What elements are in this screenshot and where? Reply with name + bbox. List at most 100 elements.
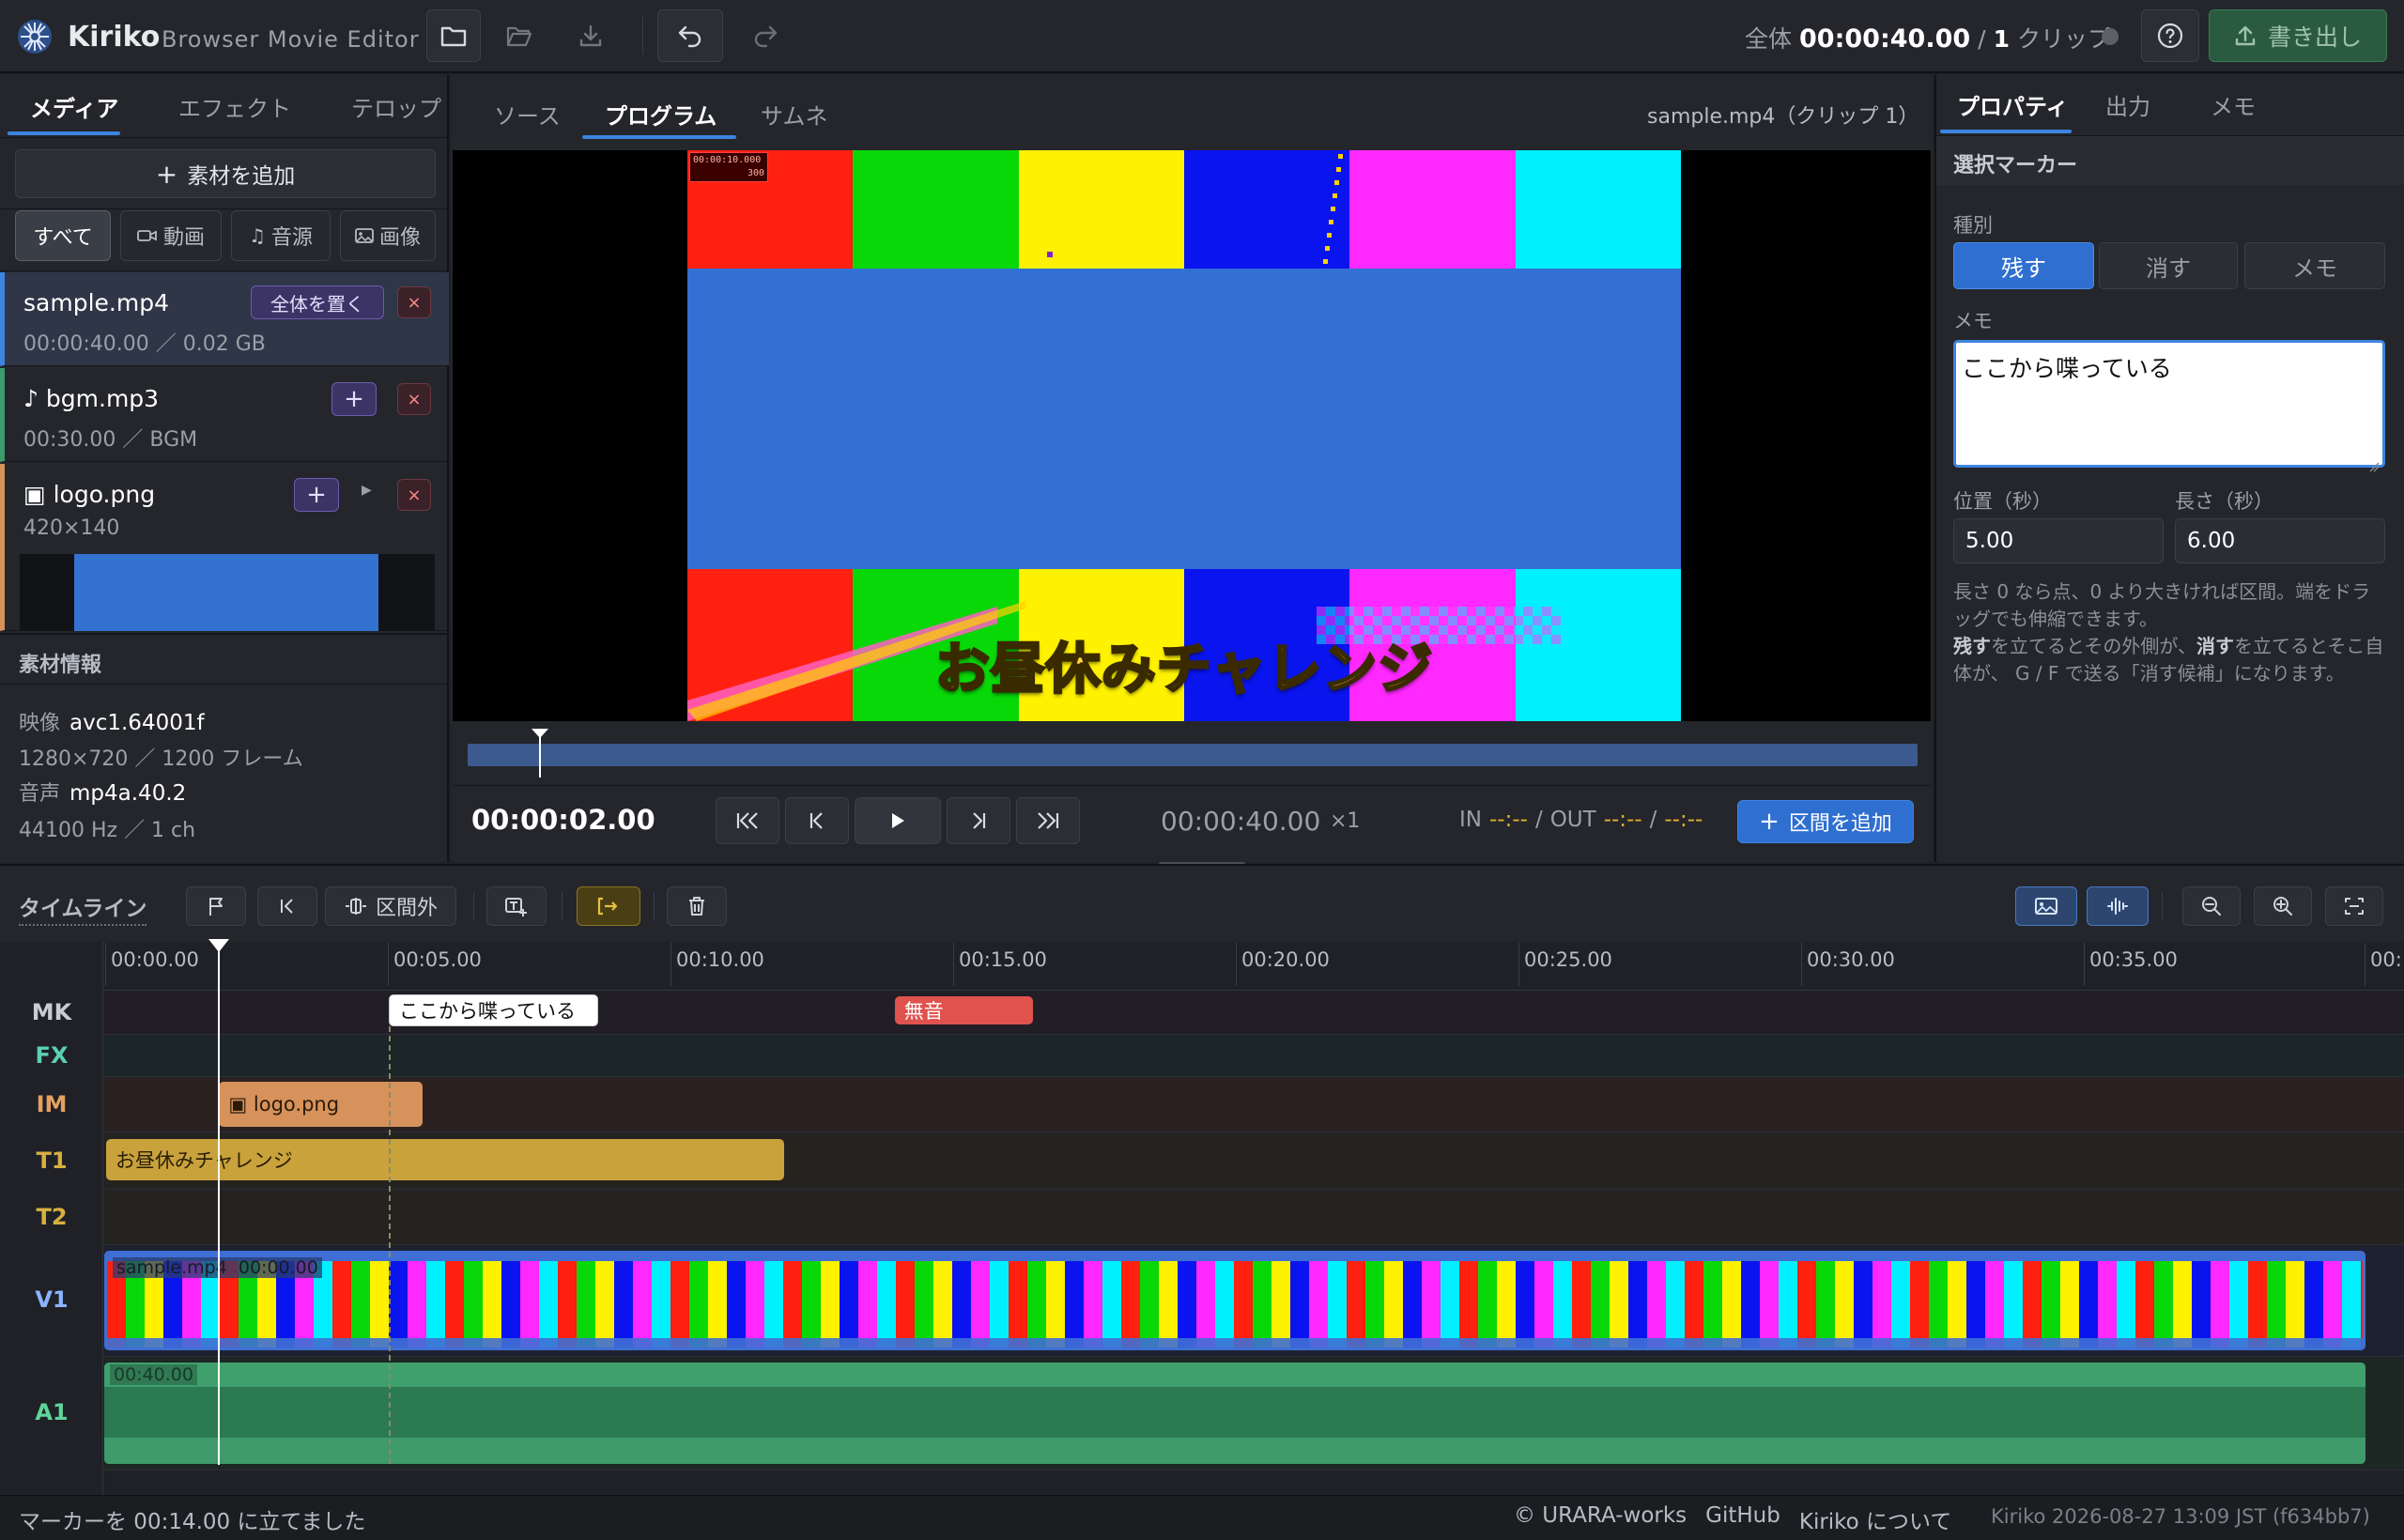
credit-link[interactable]: © URARA-works <box>1514 1503 1687 1535</box>
undo-button[interactable] <box>657 9 723 62</box>
help-button[interactable] <box>2141 9 2199 62</box>
export-button[interactable]: 書き出し <box>2209 9 2387 62</box>
overlay-frame: 300 <box>747 168 764 178</box>
tab-media[interactable]: メディア <box>30 90 118 123</box>
add-to-timeline-button[interactable]: + <box>331 382 377 416</box>
filter-image[interactable]: 画像 <box>340 210 436 261</box>
tab-program[interactable]: プログラム <box>605 98 717 131</box>
track-label-mk: MK <box>31 999 72 1025</box>
kind-keep-button[interactable]: 残す <box>1953 242 2094 289</box>
tick-line <box>1801 943 1802 986</box>
tab-thumbnail[interactable]: サムネ <box>761 98 828 131</box>
go-to-end-button[interactable] <box>1016 797 1080 844</box>
zoom-in-button[interactable] <box>2254 886 2312 926</box>
video-preview[interactable]: 00:00:10.000 300 お昼休みチャレンジ <box>453 150 1931 721</box>
go-to-start-button[interactable] <box>716 797 779 844</box>
filter-video[interactable]: 動画 <box>120 210 222 261</box>
tab-source[interactable]: ソース <box>494 98 561 131</box>
list-divider <box>0 270 449 271</box>
controls-divider <box>453 785 1931 786</box>
timeline-playhead[interactable] <box>208 939 230 1465</box>
delete-button[interactable] <box>667 886 727 926</box>
place-all-button[interactable]: 全体を置く <box>251 285 384 319</box>
remove-media-button[interactable]: × <box>397 286 431 318</box>
jump-prev-button[interactable] <box>257 886 317 926</box>
snap-to-playhead-button[interactable] <box>577 886 640 926</box>
fit-screen-icon <box>2344 897 2365 916</box>
info-video-codec: avc1.64001f <box>69 711 205 735</box>
kind-memo-button[interactable]: メモ <box>2244 242 2385 289</box>
image-square-icon: ▣ <box>228 1093 254 1116</box>
tick-line <box>953 943 954 986</box>
length-input[interactable]: 6.00 <box>2175 518 2385 563</box>
resize-grip-icon[interactable] <box>2368 451 2380 472</box>
timecode-overlay: 00:00:10.000 300 <box>689 152 768 182</box>
track-t2[interactable] <box>104 1191 2404 1245</box>
track-label-a1: A1 <box>35 1399 69 1425</box>
save-project-button[interactable] <box>563 9 618 62</box>
media-item-logo[interactable]: ▣ logo.png 420×140 + ▶ × <box>0 464 449 631</box>
expand-caret-icon[interactable]: ▶ <box>362 483 372 498</box>
zoom-out-button[interactable] <box>2182 886 2241 926</box>
tab-media-indicator <box>8 131 120 135</box>
scrub-playhead[interactable] <box>532 729 549 778</box>
add-telop-button[interactable] <box>486 886 547 926</box>
marker-silence[interactable]: 無音 <box>894 996 1034 1024</box>
out-of-range-button[interactable]: 区間外 <box>325 886 456 926</box>
add-marker-button[interactable] <box>186 886 246 926</box>
show-waveform-button[interactable] <box>2087 886 2149 926</box>
new-project-button[interactable] <box>426 9 481 62</box>
memo-textarea[interactable]: ここから喋っている <box>1953 340 2385 472</box>
open-project-button[interactable] <box>492 9 547 62</box>
app-subtitle: Browser Movie Editor <box>162 26 420 53</box>
help-keep-text: を立てるとその外側が、 <box>1991 635 2196 657</box>
add-media-button[interactable]: + 素材を追加 <box>15 149 436 198</box>
audio-clip[interactable]: 00:40.00 <box>104 1363 2365 1464</box>
telop-clip[interactable]: お昼休みチャレンジ <box>106 1139 785 1180</box>
plus-icon: + <box>1759 808 1780 836</box>
app-root: Kiriko Browser Movie Editor 全体 00:00:40.… <box>0 0 2404 1540</box>
marker-keep[interactable]: ここから喋っている <box>389 994 598 1026</box>
overlay-timecode: 00:00:10.000 <box>693 155 762 165</box>
github-link[interactable]: GitHub <box>1705 1503 1780 1535</box>
status-dot <box>2102 28 2119 45</box>
help-icon <box>2157 23 2183 49</box>
next-frame-button[interactable] <box>947 797 1010 844</box>
scrub-bar[interactable] <box>468 744 1918 766</box>
tab-effects[interactable]: エフェクト <box>178 90 291 123</box>
track-im[interactable] <box>104 1078 2404 1132</box>
position-input[interactable]: 5.00 <box>1953 518 2164 563</box>
prev-frame-button[interactable] <box>785 797 849 844</box>
total-time: 00:00:40.00 <box>1799 24 1971 54</box>
out-value: --:-- <box>1603 808 1642 832</box>
about-link[interactable]: Kiriko について <box>1799 1503 1952 1535</box>
track-label-v1: V1 <box>35 1286 69 1313</box>
footer-links: © URARA-works GitHub Kiriko について <box>1514 1503 1951 1535</box>
toolbar-divider <box>473 892 474 920</box>
track-fx[interactable] <box>104 1036 2404 1077</box>
media-item-sample[interactable]: sample.mp4 00:00:40.00 ／ 0.02 GB 全体を置く × <box>0 272 449 366</box>
add-to-timeline-button[interactable]: + <box>294 478 339 512</box>
tab-output[interactable]: 出力 <box>2105 88 2150 121</box>
filter-audio[interactable]: ♫ 音源 <box>231 210 331 261</box>
redo-button[interactable] <box>732 9 798 62</box>
tab-telops[interactable]: テロップ <box>351 90 441 123</box>
media-meta: 420×140 <box>23 516 120 540</box>
media-item-bgm[interactable]: ♪ bgm.mp3 00:30.00 ／ BGM + × <box>0 368 449 462</box>
kind-cut-button[interactable]: 消す <box>2099 242 2238 289</box>
playback-speed[interactable]: ×1 <box>1330 809 1360 833</box>
info-title-divider <box>0 684 449 685</box>
play-button[interactable] <box>855 797 941 844</box>
tab-notes[interactable]: メモ <box>2211 88 2256 121</box>
show-thumbnails-button[interactable] <box>2015 886 2077 926</box>
info-audio-key: 音声 <box>19 782 61 806</box>
add-range-button[interactable]: + 区間を追加 <box>1737 800 1914 843</box>
remove-media-button[interactable]: × <box>397 383 431 415</box>
video-clip[interactable]: sample.mp4 00:00.00 <box>104 1251 2365 1350</box>
remove-media-button[interactable]: × <box>397 479 431 511</box>
tab-properties[interactable]: プロパティ <box>1957 88 2069 121</box>
timeline-ruler[interactable] <box>0 942 2404 991</box>
fit-timeline-button[interactable] <box>2325 886 2383 926</box>
filter-all[interactable]: すべて <box>15 210 111 261</box>
image-clip[interactable]: ▣ logo.png <box>219 1082 424 1127</box>
